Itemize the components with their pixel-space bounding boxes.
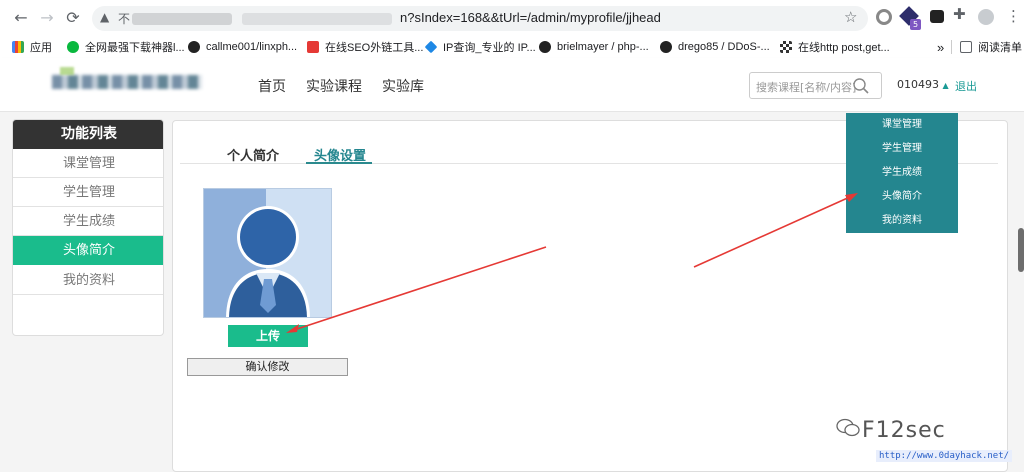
scrollbar-thumb[interactable] [1018,228,1024,272]
watermark-url: http://www.0dayhack.net/ [876,450,1013,462]
arrowhead-icon [286,324,299,333]
arrowhead-icon [845,193,858,202]
annotation-arrow-dropdown [693,195,853,268]
wechat-watermark-icon [836,418,860,438]
annotation-arrows [286,193,858,333]
annotation-arrow-upload [290,246,547,332]
watermark-text: F12sec [862,418,946,443]
